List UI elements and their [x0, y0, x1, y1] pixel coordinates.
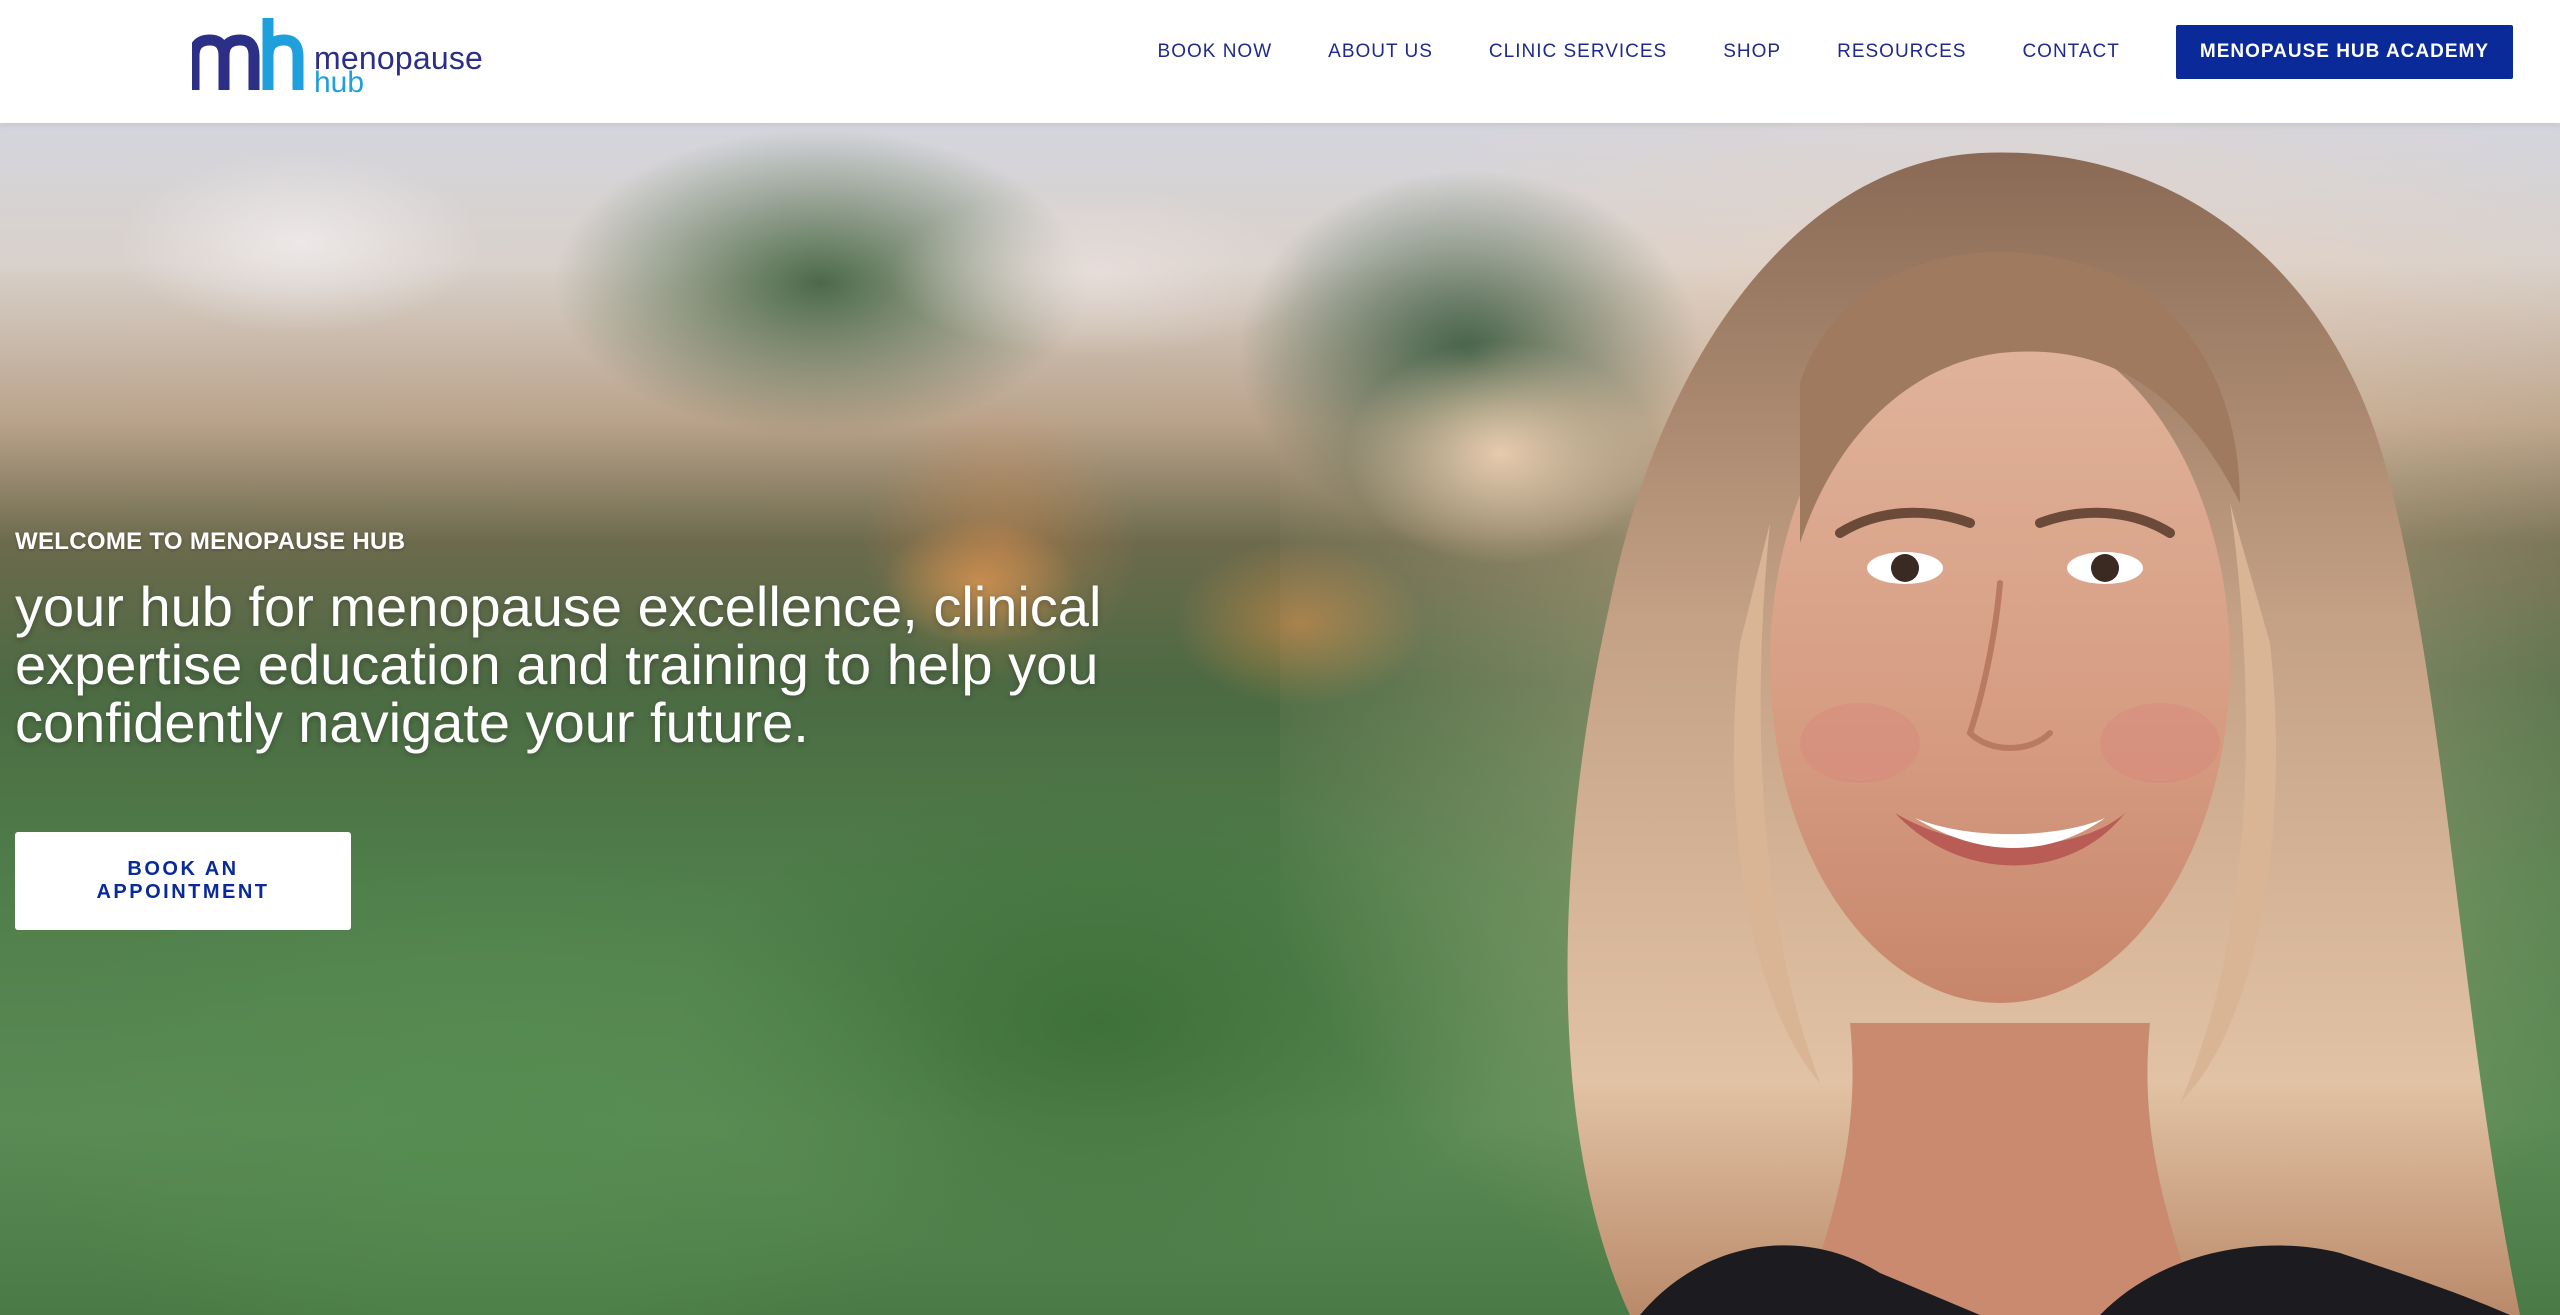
hero-section: WELCOME TO MENOPAUSE HUB your hub for me…: [0, 123, 2560, 1315]
nav-about-us[interactable]: ABOUT US: [1328, 41, 1433, 63]
nav-shop[interactable]: SHOP: [1723, 41, 1781, 63]
academy-button[interactable]: MENOPAUSE HUB ACADEMY: [2175, 24, 2513, 79]
hero-portrait-image: [1280, 123, 2560, 1315]
hero-eyebrow: WELCOME TO MENOPAUSE HUB: [15, 528, 406, 555]
page: menopause hub BOOK NOW ABOUT US CLINIC S…: [0, 0, 2560, 1315]
logo-text-hub: hub: [314, 66, 365, 99]
nav-contact[interactable]: CONTACT: [2022, 41, 2119, 63]
main-navigation: BOOK NOW ABOUT US CLINIC SERVICES SHOP R…: [1158, 0, 2560, 103]
mh-logo-icon: [192, 18, 304, 90]
nav-book-now[interactable]: BOOK NOW: [1158, 41, 1273, 63]
site-header: menopause hub BOOK NOW ABOUT US CLINIC S…: [0, 0, 2560, 123]
nav-resources[interactable]: RESOURCES: [1837, 41, 1966, 63]
hero-headline: your hub for menopause excellence, clini…: [15, 575, 1102, 754]
nav-clinic-services[interactable]: CLINIC SERVICES: [1489, 41, 1667, 63]
site-logo[interactable]: menopause hub: [192, 16, 483, 99]
hero-content: WELCOME TO MENOPAUSE HUB your hub for me…: [15, 528, 1265, 930]
book-appointment-button[interactable]: BOOK AN APPOINTMENT: [15, 832, 351, 930]
